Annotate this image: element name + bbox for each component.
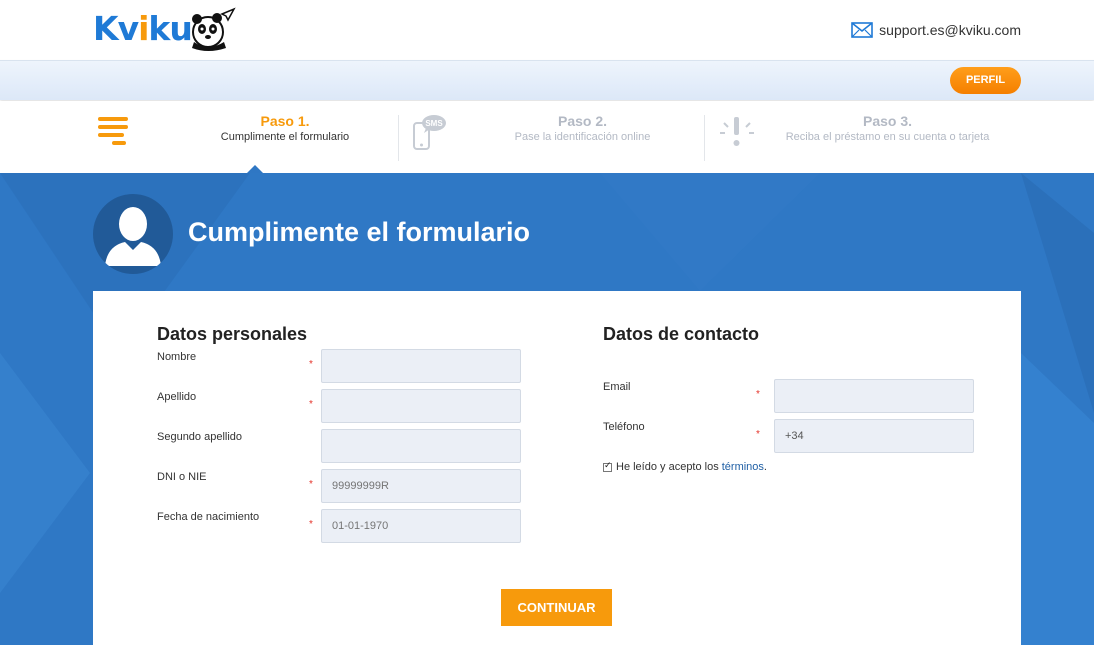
- required-marker: *: [309, 359, 313, 370]
- page-title: Cumplimente el formulario: [188, 217, 531, 247]
- support-contact[interactable]: support.es@kviku.com: [851, 22, 1021, 38]
- user-avatar-icon: [93, 194, 173, 274]
- logo-text-ku: ku: [148, 9, 192, 48]
- apellido-input[interactable]: [321, 389, 521, 423]
- continue-button[interactable]: CONTINUAR: [501, 589, 612, 626]
- telefono-input[interactable]: [774, 419, 974, 453]
- envelope-icon: [851, 22, 873, 38]
- email-label: Email: [603, 381, 631, 393]
- active-step-pointer: [247, 165, 263, 173]
- logo-text-kv: Kv: [93, 9, 139, 48]
- steps-bar: Paso 1. Cumplimente el formulario SMS Pa…: [0, 101, 1094, 173]
- support-email[interactable]: support.es@kviku.com: [879, 22, 1021, 38]
- required-marker: *: [309, 519, 313, 530]
- form-card: Datos personales Nombre * Apellido * Seg…: [93, 291, 1021, 645]
- email-input[interactable]: [774, 379, 974, 413]
- segundo-apellido-input[interactable]: [321, 429, 521, 463]
- step-1-subtitle: Cumplimente el formulario: [220, 131, 350, 143]
- step-2-title: Paso 2.: [557, 113, 608, 129]
- terms-period: .: [763, 461, 767, 473]
- profile-bar: PERFIL: [0, 60, 1094, 100]
- terms-text: He leído y acepto los: [616, 461, 719, 473]
- terms-link[interactable]: términos: [722, 461, 764, 473]
- step-divider: [704, 115, 705, 161]
- contact-data-title: Datos de contacto: [603, 324, 760, 344]
- telefono-label: Teléfono: [603, 421, 645, 433]
- profile-button[interactable]: PERFIL: [950, 67, 1021, 94]
- personal-data-title: Datos personales: [157, 324, 308, 344]
- step-1-title: Paso 1.: [260, 113, 310, 129]
- required-marker: *: [756, 429, 760, 440]
- required-marker: *: [309, 399, 313, 410]
- fecha-nacimiento-label: Fecha de nacimiento: [157, 511, 260, 523]
- form-section: Cumplimente el formulario Datos personal…: [0, 173, 1094, 645]
- panda-mascot-icon: [191, 7, 236, 51]
- nombre-input[interactable]: [321, 349, 521, 383]
- terms-checkbox[interactable]: [603, 460, 612, 472]
- logo-text-i: i: [138, 9, 149, 48]
- top-header: Kviku support.es@kviku.com: [0, 0, 1094, 60]
- step-3-title: Paso 3.: [862, 113, 913, 129]
- step-divider: [398, 115, 399, 161]
- required-marker: *: [309, 479, 313, 490]
- step-3: Paso 3. Reciba el préstamo en su cuenta …: [770, 113, 1005, 143]
- step-1: Paso 1. Cumplimente el formulario: [190, 113, 380, 143]
- sms-icon-text: SMS: [425, 119, 443, 128]
- step-2: Paso 2. Pase la identificación online: [490, 113, 675, 143]
- step-3-subtitle: Reciba el préstamo en su cuenta o tarjet…: [785, 131, 990, 143]
- apellido-label: Apellido: [157, 391, 197, 403]
- nombre-label: Nombre: [157, 351, 197, 363]
- segundo-apellido-label: Segundo apellido: [157, 431, 243, 443]
- step-2-subtitle: Pase la identificación online: [514, 131, 651, 143]
- logo-text: Kviku: [93, 7, 193, 51]
- sms-phone-icon: SMS: [413, 115, 446, 150]
- fecha-nacimiento-input[interactable]: [321, 509, 521, 543]
- required-marker: *: [756, 389, 760, 400]
- idea-exclamation-icon: [720, 117, 754, 146]
- terms-row: He leído y acepto los términos .: [603, 460, 767, 473]
- kviku-logo[interactable]: Kviku: [93, 6, 236, 52]
- dni-label: DNI o NIE: [157, 471, 207, 483]
- steps-menu-icon[interactable]: [98, 117, 130, 149]
- dni-input[interactable]: [321, 469, 521, 503]
